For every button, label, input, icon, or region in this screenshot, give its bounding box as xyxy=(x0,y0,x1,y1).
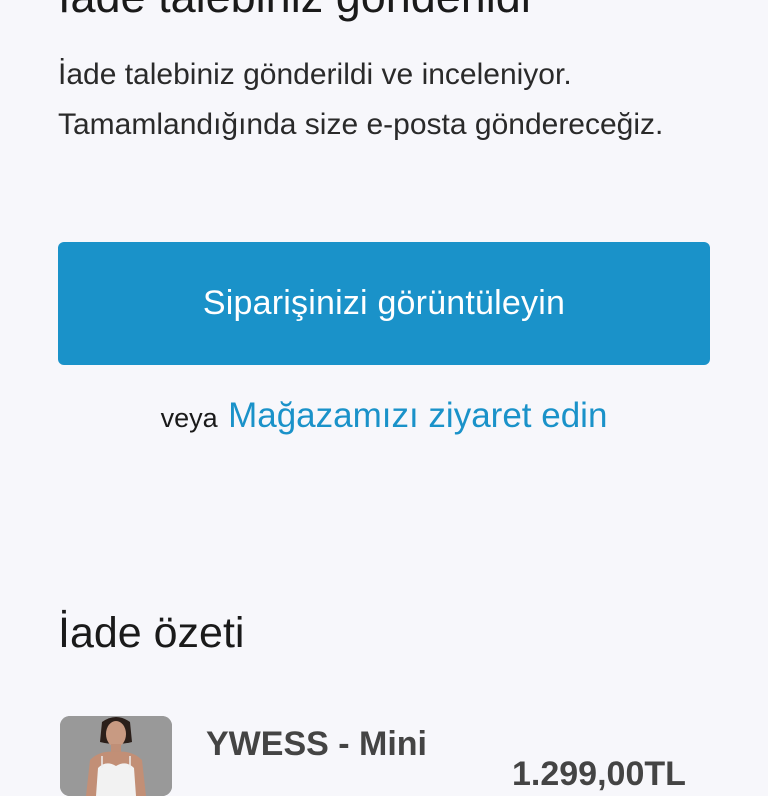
return-confirmation-page: İade talebiniz gönderildi İade talebiniz… xyxy=(0,0,768,796)
product-thumbnail xyxy=(60,716,172,796)
or-text: veya xyxy=(160,403,218,433)
confirmation-message: İade talebiniz gönderildi ve inceleniyor… xyxy=(58,58,664,141)
view-order-button[interactable]: Siparişinizi görüntüleyin xyxy=(58,242,710,365)
product-price: 1.299,00TL xyxy=(512,755,686,793)
product-name: YWESS - Mini xyxy=(206,725,427,763)
return-summary-heading: İade özeti xyxy=(58,609,245,657)
page-title: İade talebiniz gönderildi xyxy=(58,0,531,24)
product-photo-icon xyxy=(60,716,172,796)
alternative-action: veya Mağazamızı ziyaret edin xyxy=(0,396,768,436)
visit-store-link[interactable]: Mağazamızı ziyaret edin xyxy=(228,396,607,435)
